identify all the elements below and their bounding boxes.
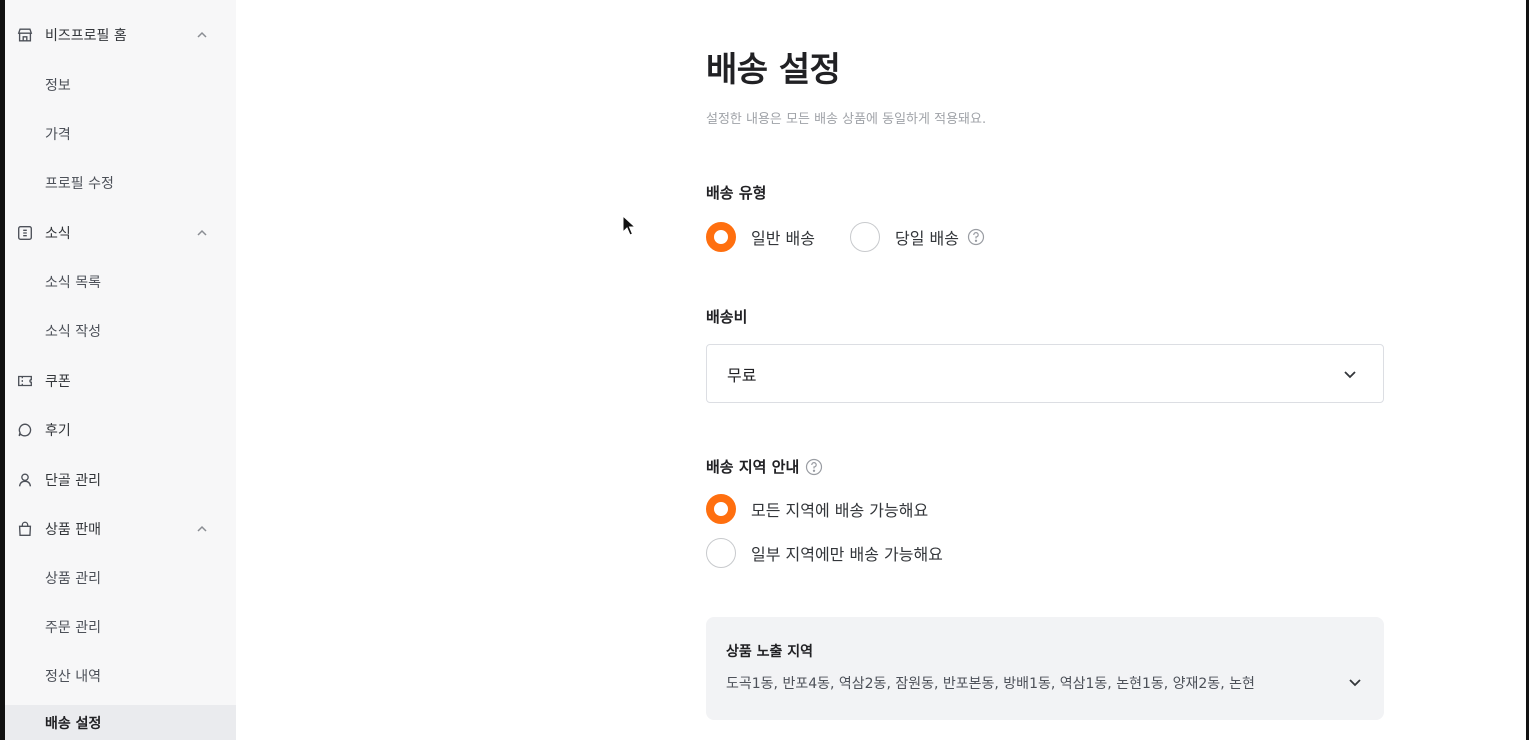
page-title: 배송 설정 bbox=[706, 50, 841, 90]
delivery-type-label-text: 배송 유형 bbox=[706, 184, 767, 202]
exposure-region-title: 상품 노출 지역 bbox=[726, 644, 814, 660]
sidebar-item-label: 소식 bbox=[45, 226, 71, 242]
sidebar-item-label: 쿠폰 bbox=[45, 374, 71, 390]
sidebar-item-review[interactable]: 후기 bbox=[5, 410, 236, 450]
select-value: 무료 bbox=[727, 365, 757, 385]
sidebar-item-label: 후기 bbox=[45, 423, 71, 439]
chevron-up-icon bbox=[197, 525, 207, 532]
delivery-area-label-text: 배송 지역 안내 bbox=[706, 458, 800, 476]
sidebar-item-shipping-settings[interactable]: 배송 설정 bbox=[5, 705, 236, 740]
shipping-fee-label-text: 배송비 bbox=[706, 308, 748, 326]
sidebar-item-label: 소식 작성 bbox=[45, 324, 101, 340]
sidebar-item-news[interactable]: 소식 bbox=[5, 213, 236, 253]
sidebar-item-news-list[interactable]: 소식 목록 bbox=[5, 262, 236, 302]
sidebar-item-label: 상품 관리 bbox=[45, 571, 101, 587]
sidebar-item-order-manage[interactable]: 주문 관리 bbox=[5, 607, 236, 647]
radio-button[interactable] bbox=[706, 538, 736, 568]
page-description: 설정한 내용은 모든 배송 상품에 동일하게 적용돼요. bbox=[706, 112, 987, 127]
sidebar-item-label: 정보 bbox=[45, 78, 71, 94]
chevron-down-icon bbox=[1344, 371, 1356, 379]
chevron-up-icon bbox=[197, 31, 207, 38]
sidebar-item-label: 배송 설정 bbox=[45, 715, 102, 732]
shipping-fee-label: 배송비 bbox=[706, 306, 747, 327]
exposure-region-panel[interactable]: 상품 노출 지역 도곡1동, 반포4동, 역삼2동, 잠원동, 반포본동, 방배… bbox=[706, 617, 1384, 720]
ticket-icon bbox=[15, 371, 35, 391]
radio-label: 당일 배송 bbox=[894, 229, 959, 248]
sidebar-item-label: 가격 bbox=[45, 127, 71, 143]
radio-button[interactable] bbox=[849, 222, 880, 252]
person-icon bbox=[15, 470, 35, 490]
sidebar-item-info[interactable]: 정보 bbox=[5, 65, 236, 105]
sidebar-item-regulars[interactable]: 단골 관리 bbox=[5, 460, 236, 500]
delivery-type-radio-group: 일반 배송 당일 배송 bbox=[706, 222, 985, 252]
radio-button-checked[interactable] bbox=[706, 494, 736, 524]
chat-bubble-icon bbox=[15, 420, 35, 440]
sidebar-item-label: 비즈프로필 홈 bbox=[45, 28, 127, 44]
sidebar-item-label: 단골 관리 bbox=[45, 473, 101, 489]
radio-label: 모든 지역에 배송 가능해요 bbox=[751, 501, 929, 520]
radio-button-checked[interactable] bbox=[706, 222, 736, 252]
sidebar-item-label: 정산 내역 bbox=[45, 669, 101, 685]
sidebar-item-settlement[interactable]: 정산 내역 bbox=[5, 656, 236, 696]
exposure-region-list: 도곡1동, 반포4동, 역삼2동, 잠원동, 반포본동, 방배1동, 역삼1동,… bbox=[726, 676, 1255, 692]
radio-all-regions[interactable]: 모든 지역에 배송 가능해요 bbox=[706, 494, 928, 524]
sidebar-item-product-manage[interactable]: 상품 관리 bbox=[5, 558, 236, 598]
delivery-type-label: 배송 유형 bbox=[706, 182, 766, 203]
sidebar-item-profile-edit[interactable]: 프로필 수정 bbox=[5, 163, 236, 203]
help-icon[interactable] bbox=[805, 458, 823, 476]
sidebar-item-label: 소식 목록 bbox=[45, 275, 101, 291]
delivery-area-label: 배송 지역 안내 bbox=[706, 456, 823, 477]
sidebar-item-bizprofile-home[interactable]: 비즈프로필 홈 bbox=[5, 15, 236, 55]
mouse-cursor-icon bbox=[622, 215, 636, 236]
news-icon bbox=[15, 223, 35, 243]
radio-some-regions[interactable]: 일부 지역에만 배송 가능해요 bbox=[706, 538, 943, 568]
sidebar-item-coupon[interactable]: 쿠폰 bbox=[5, 361, 236, 401]
radio-same-day-delivery[interactable]: 당일 배송 bbox=[849, 222, 985, 252]
sidebar-item-label: 프로필 수정 bbox=[45, 176, 114, 192]
radio-label: 일부 지역에만 배송 가능해요 bbox=[751, 545, 943, 564]
store-icon bbox=[15, 25, 35, 45]
sidebar-item-label: 상품 판매 bbox=[45, 522, 101, 538]
chevron-down-icon[interactable] bbox=[1346, 673, 1364, 691]
sidebar-item-price[interactable]: 가격 bbox=[5, 114, 236, 154]
radio-normal-delivery[interactable]: 일반 배송 bbox=[706, 222, 815, 252]
sidebar-item-product-sales[interactable]: 상품 판매 bbox=[5, 509, 236, 549]
shopping-bag-icon bbox=[15, 519, 35, 539]
sidebar: 비즈프로필 홈 정보 가격 프로필 수정 소식 소식 목록 소식 작성 쿠폰 후… bbox=[5, 0, 236, 740]
help-icon[interactable] bbox=[967, 228, 985, 246]
chevron-up-icon bbox=[197, 229, 207, 236]
sidebar-item-label: 주문 관리 bbox=[45, 620, 101, 636]
sidebar-item-news-write[interactable]: 소식 작성 bbox=[5, 311, 236, 351]
shipping-fee-select[interactable]: 무료 bbox=[706, 344, 1384, 403]
radio-label: 일반 배송 bbox=[751, 229, 815, 248]
